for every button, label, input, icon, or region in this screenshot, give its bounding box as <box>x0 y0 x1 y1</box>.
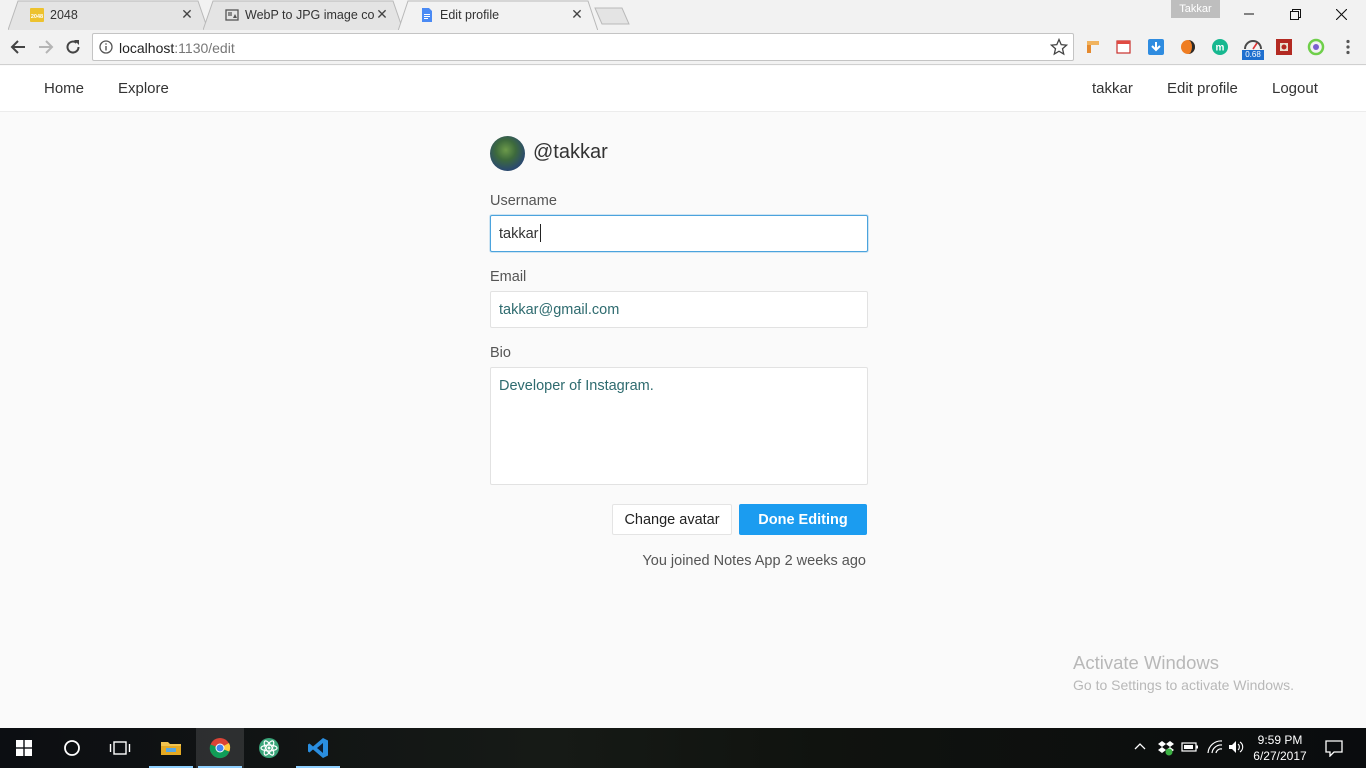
joined-text: You joined Notes App 2 weeks ago <box>642 553 866 569</box>
restore-icon[interactable] <box>1272 0 1318 28</box>
atom-editor-icon[interactable] <box>245 728 293 768</box>
back-arrow-icon[interactable] <box>7 36 29 58</box>
vscode-icon[interactable] <box>294 728 342 768</box>
dropbox-icon[interactable] <box>1157 740 1175 761</box>
clock-time: 9:59 PM <box>1257 733 1303 747</box>
windows-taskbar: 9:59 PM 6/27/2017 <box>0 728 1366 768</box>
tab-edit-profile[interactable]: Edit profile ✕ <box>398 0 598 31</box>
start-windows-icon[interactable] <box>0 728 48 768</box>
info-icon[interactable] <box>99 40 113 59</box>
bookmark-ext-icon[interactable] <box>1084 38 1102 56</box>
nav-home-link[interactable]: Home <box>44 80 84 97</box>
app-navbar: Home Explore takkar Edit profile Logout <box>0 66 1366 112</box>
tab-2048[interactable]: 2048 2048 ✕ <box>8 0 208 30</box>
battery-icon[interactable] <box>1181 740 1199 759</box>
tab-title: WebP to JPG image conv <box>245 8 375 22</box>
activation-watermark-title: Activate Windows <box>1073 652 1219 673</box>
close-icon[interactable]: ✕ <box>570 7 584 21</box>
nav-user-link[interactable]: takkar <box>1092 80 1133 97</box>
bio-label: Bio <box>490 345 511 361</box>
svg-text:2048: 2048 <box>31 14 43 20</box>
wifi-icon[interactable] <box>1206 740 1224 759</box>
speed-ext-icon[interactable]: 0.68 <box>1242 36 1264 60</box>
username-input[interactable] <box>490 215 868 252</box>
activation-watermark-subtitle: Go to Settings to activate Windows. <box>1073 677 1294 693</box>
address-bar[interactable]: localhost:1130/edit <box>92 33 1074 61</box>
done-editing-button[interactable]: Done Editing <box>739 504 867 535</box>
m-ext-icon[interactable]: m <box>1211 38 1229 56</box>
profile-handle: @takkar <box>533 141 608 163</box>
avatar <box>490 136 525 171</box>
chrome-icon[interactable] <box>196 728 244 768</box>
text-cursor <box>540 224 541 242</box>
2048-favicon: 2048 <box>30 8 44 22</box>
minimize-icon[interactable] <box>1226 0 1272 28</box>
bio-textarea[interactable]: Developer of Instagram. <box>490 367 868 485</box>
refresh-ext-icon[interactable] <box>1307 38 1325 56</box>
browser-profile-chip[interactable]: Takkar <box>1171 0 1220 18</box>
email-input[interactable] <box>490 291 868 328</box>
close-icon[interactable]: ✕ <box>180 7 194 21</box>
action-center-icon[interactable] <box>1325 739 1343 762</box>
calendar-ext-icon[interactable] <box>1115 38 1133 56</box>
clock-date: 6/27/2017 <box>1253 749 1307 763</box>
bookmark-star-icon[interactable] <box>1049 37 1069 61</box>
change-avatar-button[interactable]: Change avatar <box>612 504 732 535</box>
url-text: localhost:1130/edit <box>119 40 235 56</box>
image-converter-favicon <box>225 8 239 22</box>
new-tab-button[interactable] <box>594 7 630 25</box>
task-view-icon[interactable] <box>96 728 144 768</box>
tray-overflow-chevron-icon[interactable] <box>1134 740 1146 758</box>
cortana-search-icon[interactable] <box>48 728 96 768</box>
reload-icon[interactable] <box>62 36 84 58</box>
nav-edit-profile-link[interactable]: Edit profile <box>1167 80 1238 97</box>
browser-toolbar: localhost:1130/edit m 0.68 <box>0 30 1366 65</box>
tab-title: Edit profile <box>440 8 500 22</box>
file-explorer-icon[interactable] <box>147 728 195 768</box>
close-window-icon[interactable] <box>1318 0 1364 28</box>
puzzle-ext-icon[interactable] <box>1275 38 1293 56</box>
forward-arrow-icon[interactable] <box>35 36 57 58</box>
browser-tab-strip: 2048 2048 ✕ WebP to JPG image conv ✕ Edi… <box>0 0 1366 31</box>
volume-icon[interactable] <box>1228 740 1246 759</box>
nav-explore-link[interactable]: Explore <box>118 80 169 97</box>
username-label: Username <box>490 193 557 209</box>
browser-menu-icon[interactable] <box>1345 39 1351 60</box>
taskbar-clock[interactable]: 9:59 PM 6/27/2017 <box>1246 732 1314 764</box>
email-label: Email <box>490 269 527 285</box>
tab-webp-converter[interactable]: WebP to JPG image conv ✕ <box>203 0 403 30</box>
close-icon[interactable]: ✕ <box>375 7 389 21</box>
speed-badge: 0.68 <box>1242 50 1264 60</box>
nav-logout-link[interactable]: Logout <box>1272 80 1318 97</box>
svg-text:m: m <box>1216 43 1225 54</box>
document-favicon <box>420 8 434 22</box>
ext-circle-icon[interactable] <box>1179 38 1197 56</box>
tab-title: 2048 <box>50 8 78 22</box>
download-ext-icon[interactable] <box>1147 38 1165 56</box>
